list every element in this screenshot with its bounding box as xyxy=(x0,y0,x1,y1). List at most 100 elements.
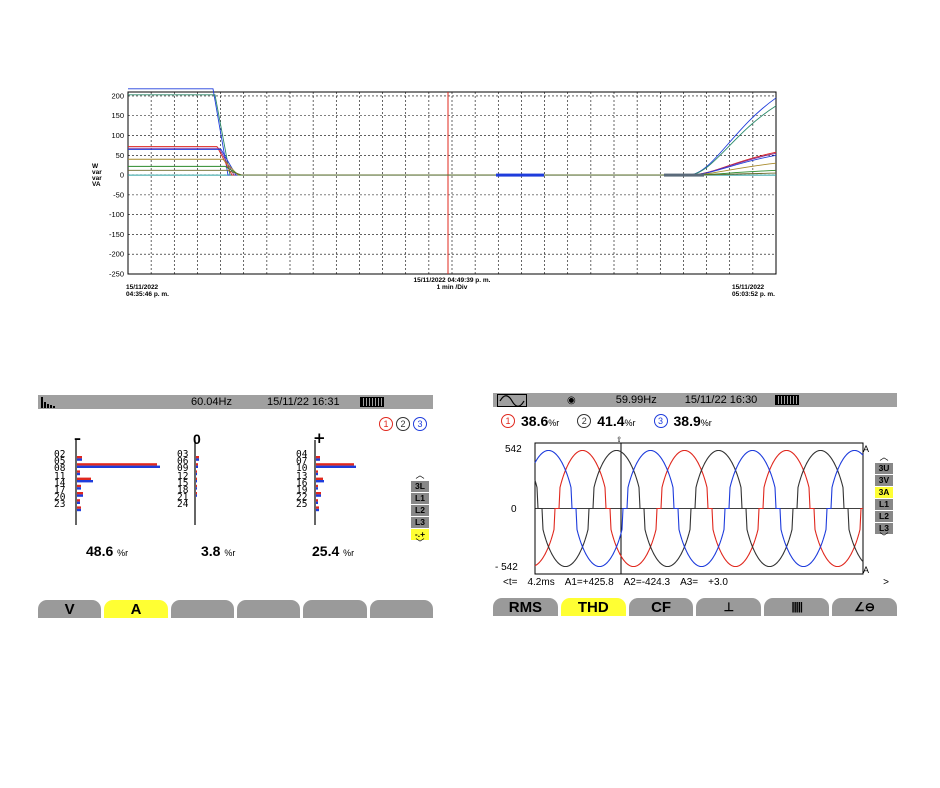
neg-thd-number: 48.6 xyxy=(86,543,114,559)
harmonic-bar-red xyxy=(196,463,198,466)
harmonic-bar-red xyxy=(316,456,320,459)
tab-empty-5[interactable] xyxy=(303,600,367,618)
trend-y-tick: 0 xyxy=(120,171,124,180)
zero-thd-value: 3.8 %r xyxy=(201,543,235,559)
side-btn-3l[interactable]: 3L xyxy=(411,481,429,492)
trend-start: 15/11/2022 04:35:46 p. m. xyxy=(126,284,169,298)
trend-end-date: 15/11/2022 xyxy=(732,284,765,291)
scroll-down-icon[interactable]: ﹀ xyxy=(415,540,424,549)
cursor-time-value: 4.2ms xyxy=(527,577,555,588)
harmonic-bar-blue xyxy=(77,472,80,476)
side-btn-l1[interactable]: L1 xyxy=(411,493,429,504)
harmonics-side-menu[interactable]: ︿ 3L L1 L2 L3 -.+ ﹀ xyxy=(411,472,429,549)
trend-scale: 1 min /Div xyxy=(436,284,468,291)
trend-cursor-time: 15/11/2022 04:49:39 p. m. xyxy=(413,277,491,284)
cursor-a3-label: A3= xyxy=(680,577,699,588)
side-btn-l2[interactable]: L2 xyxy=(411,505,429,516)
trend-unit-va: VA xyxy=(92,181,101,188)
tab-current[interactable]: A xyxy=(104,600,168,618)
scroll-down-icon[interactable]: ﹀ xyxy=(879,534,888,543)
harmonic-bar-blue xyxy=(316,487,318,490)
harmonic-bar-red xyxy=(316,506,319,509)
tab-empty-3[interactable] xyxy=(170,600,234,618)
harmonic-bar-red xyxy=(196,456,199,459)
cursor-glyph-icon: ⊥ xyxy=(723,600,735,614)
harmonic-bar-red xyxy=(316,492,321,495)
harmonic-bar-blue xyxy=(196,494,197,497)
waveform-screen: ◉ 59.99Hz 15/11/22 16:30 1 38.6%r 2 41.4… xyxy=(493,393,897,618)
neg-thd-unit: %r xyxy=(117,548,129,558)
cursor-readout: <t= 4.2ms A1=+425.8 A2=-424.3 A3= +3.0 > xyxy=(503,577,895,588)
tab-phasor-icon[interactable]: ∠⊖ xyxy=(832,598,897,616)
trend-blip xyxy=(664,173,704,177)
harmonic-bar-red xyxy=(196,477,197,480)
tab-thd[interactable]: THD xyxy=(560,598,626,616)
grid-glyph-icon: ||||| xyxy=(791,601,803,613)
harmonic-bar-blue xyxy=(77,458,82,461)
harmonic-bar-blue xyxy=(316,472,318,476)
side-btn-l2[interactable]: L2 xyxy=(875,511,893,522)
harmonic-bar-blue xyxy=(316,465,356,468)
tab-cf[interactable]: CF xyxy=(628,598,694,616)
harmonics-screen: 60.04Hz 15/11/22 16:31 1 2 3 02 05 08 11 14 1… xyxy=(38,395,433,618)
side-btn-l1[interactable]: L1 xyxy=(875,499,893,510)
harmonic-bar-blue xyxy=(77,494,83,497)
harmonic-bar-blue xyxy=(316,501,318,504)
trend-y-tick: 200 xyxy=(111,91,124,100)
tab-grid-icon[interactable]: ||||| xyxy=(764,598,830,616)
harmonic-bar-blue xyxy=(77,501,80,504)
side-btn-3u[interactable]: 3U xyxy=(875,463,893,474)
cursor-a2: A2=-424.3 xyxy=(623,577,671,588)
harmonic-bar-red xyxy=(77,470,80,473)
wave-cursor-marker: ⇧ xyxy=(616,435,622,444)
scroll-up-icon[interactable]: ︿ xyxy=(879,454,888,463)
side-btn-l3[interactable]: L3 xyxy=(411,517,429,528)
scroll-right-icon[interactable]: > xyxy=(883,577,889,588)
harmonic-bar-blue xyxy=(196,472,197,476)
harmonic-bar-blue xyxy=(77,508,81,512)
harmonic-bar-red xyxy=(316,484,318,488)
trend-y-tick: -150 xyxy=(109,230,124,239)
tab-empty-6[interactable] xyxy=(369,600,433,618)
harmonic-bar-red xyxy=(77,463,157,466)
harmonic-bar-red xyxy=(196,484,197,488)
harmonic-bar-blue xyxy=(77,480,93,483)
tab-voltage[interactable]: V xyxy=(38,600,102,618)
harmonic-bar-blue xyxy=(196,465,198,468)
trend-frame xyxy=(127,91,777,275)
zero-thd-number: 3.8 xyxy=(201,543,221,559)
trend-start-time: 04:35:46 p. m. xyxy=(126,291,169,298)
trend-y-units: W var var VA xyxy=(92,163,102,188)
trend-plot: 200 150 100 50 0 -50 -100 -150 -200 -250 xyxy=(109,88,777,279)
harmonic-bar-blue xyxy=(316,494,321,497)
harmonic-bar-red xyxy=(77,456,82,459)
scroll-up-icon[interactable]: ︿ xyxy=(415,472,424,481)
tab-cursor-icon[interactable]: ⊥ xyxy=(696,598,762,616)
harmonic-bar-blue xyxy=(316,458,320,461)
waveform-side-menu[interactable]: ︿ 3U 3V 3A L1 L2 L3 ﹀ xyxy=(875,454,893,543)
harmonic-bar-red xyxy=(77,477,91,480)
harmonic-bar-blue xyxy=(316,480,324,483)
trend-y-tick: -250 xyxy=(109,270,124,279)
tab-rms[interactable]: RMS xyxy=(493,598,558,616)
harmonic-bar-red xyxy=(77,506,81,509)
trend-start-date: 15/11/2022 xyxy=(126,284,159,291)
harmonic-bar-blue xyxy=(316,508,319,512)
side-btn-3a[interactable]: 3A xyxy=(875,487,893,498)
harmonic-bar-blue xyxy=(77,487,81,490)
harmonics-footer: V A xyxy=(38,600,433,618)
pos-thd-value: 25.4 %r xyxy=(312,543,354,559)
harmonic-bar-blue xyxy=(77,465,160,468)
neg-thd-value: 48.6 %r xyxy=(86,543,128,559)
tab-empty-4[interactable] xyxy=(236,600,301,618)
harmonic-bar-red xyxy=(316,463,354,466)
phasor-glyph-icon: ∠⊖ xyxy=(854,600,875,614)
cursor-a1: A1=+425.8 xyxy=(564,577,614,588)
harmonic-bar-red xyxy=(77,484,81,488)
harmonic-bar-red xyxy=(196,470,197,473)
side-btn-3v[interactable]: 3V xyxy=(875,475,893,486)
pos-thd-unit: %r xyxy=(343,548,355,558)
cursor-a3-value: +3.0 xyxy=(708,577,728,588)
harmonic-bar-blue xyxy=(196,458,199,461)
cursor-time-label: <t= xyxy=(503,577,518,588)
